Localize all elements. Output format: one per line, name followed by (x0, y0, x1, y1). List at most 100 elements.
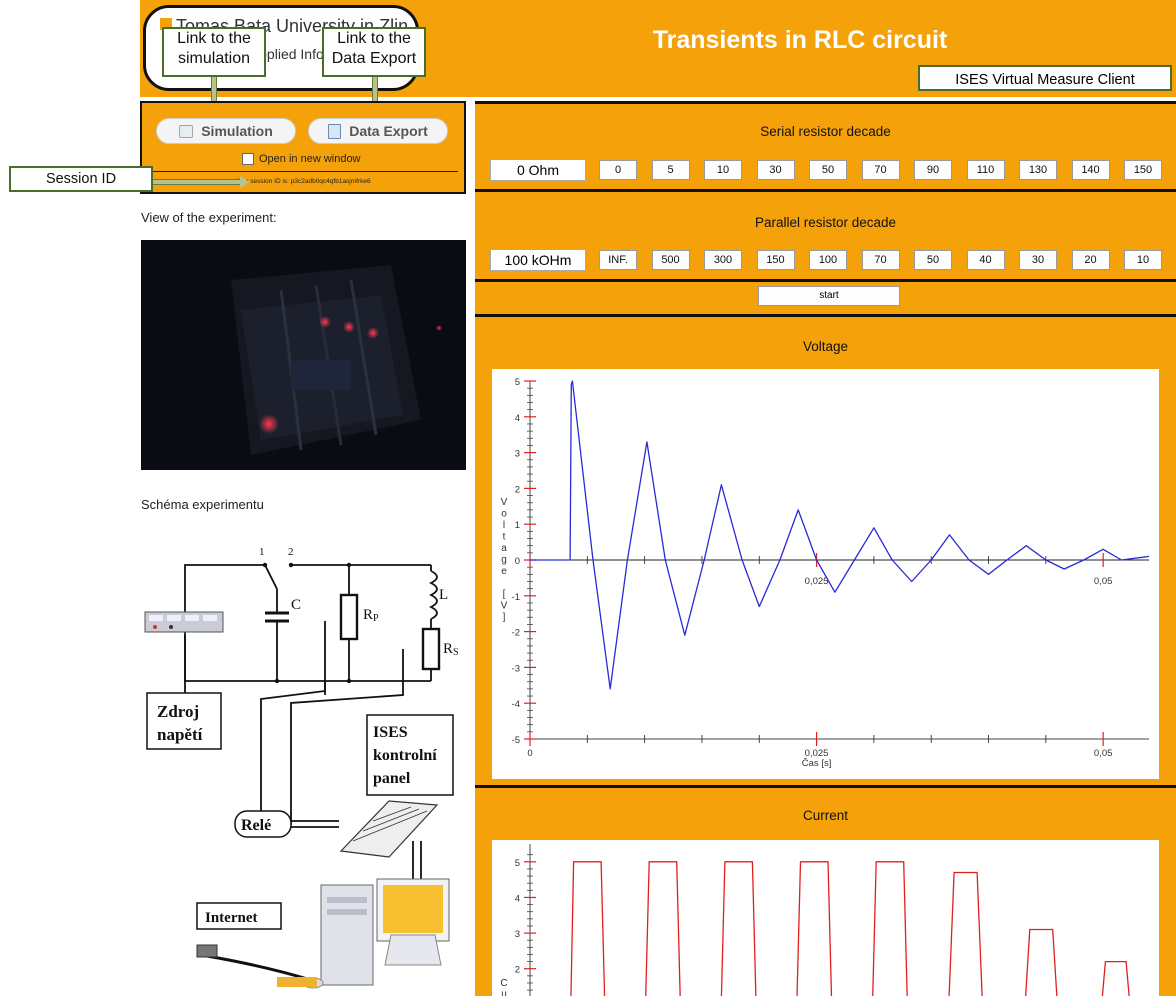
y-axis-label-char: [ (503, 589, 506, 600)
x-tick-label: 0,05 (1094, 748, 1113, 759)
parallel-option-300[interactable]: 300 (704, 250, 742, 270)
serial-option-5[interactable]: 5 (651, 160, 690, 180)
ethernet-plug-icon (196, 944, 218, 958)
start-button[interactable]: start (758, 286, 900, 306)
serial-option-30[interactable]: 30 (756, 160, 795, 180)
y-tick-label: 4 (515, 893, 520, 904)
current-series-line (570, 861, 1131, 1001)
power-supply-icon (144, 611, 224, 633)
y-axis-label-char: a (501, 543, 507, 554)
serial-option-70[interactable]: 70 (861, 160, 900, 180)
y-tick-label: 3 (515, 929, 520, 940)
current-chart-svg: 5 4 3 2Cu (500, 844, 1131, 1001)
serial-option-10[interactable]: 10 (704, 160, 742, 180)
y-tick-label: -5 (512, 735, 520, 746)
serial-option-140[interactable]: 140 (1071, 160, 1110, 180)
parallel-option-40[interactable]: 40 (966, 250, 1005, 270)
serial-option-0[interactable]: 0 (599, 160, 637, 180)
y-axis-label-char: t (503, 532, 506, 543)
parallel-option-500[interactable]: 500 (651, 250, 690, 270)
open-new-window-checkbox[interactable] (242, 153, 254, 165)
x-tick-label-mid: 0,025 (805, 576, 829, 587)
ises-panel-icon (339, 800, 439, 858)
y-tick-label: 5 (515, 858, 520, 869)
zdroj-label-1: Zdroj (157, 702, 199, 721)
ises-label-3: panel (373, 770, 411, 787)
divider (150, 171, 458, 172)
x-tick-label: 0 (527, 748, 532, 759)
y-tick-label: -4 (512, 699, 520, 710)
switch-pos1-label: 1 (259, 546, 265, 558)
divider (475, 101, 1176, 104)
callout-arrow-session-head (240, 176, 250, 188)
y-tick-label: 1 (515, 520, 520, 531)
serial-option-50[interactable]: 50 (809, 160, 847, 180)
parallel-option-150[interactable]: 150 (756, 250, 795, 270)
parallel-option-50[interactable]: 50 (914, 250, 952, 270)
serial-option-130[interactable]: 130 (1019, 160, 1057, 180)
y-axis-label-char: u (501, 989, 507, 996)
serial-decade-title: Serial resistor decade (760, 124, 891, 139)
voltage-chart-title: Voltage (802, 339, 849, 354)
rs-label: RS (443, 641, 459, 658)
callout-arrow-session-shaft (153, 179, 243, 185)
simulation-icon (179, 124, 194, 138)
parallel-resistor-value: 100 kOHm (490, 249, 586, 271)
parallel-option-30[interactable]: 30 (1019, 250, 1057, 270)
computer-icon (277, 878, 450, 989)
y-axis-label-char: ] (503, 612, 506, 623)
ises-label-2: kontrolní (373, 747, 437, 764)
open-new-window-option[interactable]: Open in new window (242, 153, 361, 165)
y-axis-label-char: V (501, 497, 508, 508)
serial-option-150[interactable]: 150 (1124, 160, 1162, 180)
divider (475, 785, 1176, 788)
parallel-option-70[interactable]: 70 (861, 250, 900, 270)
y-tick-label: 3 (515, 449, 520, 460)
open-new-window-label: Open in new window (259, 153, 361, 165)
ises-label-1: ISES (373, 724, 408, 741)
callout-data-export: Link to the Data Export (322, 27, 426, 77)
circuit-diagram: 1 2 C RP L RS Zdroj napětí ISES kontroln… (144, 546, 459, 989)
voltage-chart-svg: 543210-1-2-3-4-500,0250,0250,050,05Čas [… (501, 377, 1150, 769)
experiment-camera-view (141, 240, 466, 470)
current-chart-title: Current (802, 808, 848, 823)
simulation-button-label: Simulation (201, 123, 273, 139)
client-label: ISES Virtual Measure Client (918, 65, 1172, 91)
parallel-option-20[interactable]: 20 (1071, 250, 1110, 270)
divider (475, 314, 1176, 317)
rele-label: Relé (241, 817, 271, 834)
serial-option-90[interactable]: 90 (914, 160, 952, 180)
schema-label: Schéma experimentu (141, 497, 264, 512)
y-tick-label: 2 (515, 965, 520, 976)
y-axis-label-char: C (500, 978, 507, 989)
inductor-label: L (439, 587, 448, 603)
data-export-button[interactable]: Data Export (308, 118, 448, 144)
parallel-option-100[interactable]: 100 (809, 250, 847, 270)
parallel-decade-title: Parallel resistor decade (754, 215, 897, 230)
parallel-option-10[interactable]: 10 (1124, 250, 1162, 270)
y-axis-label-char: l (503, 520, 505, 531)
y-tick-label: -3 (512, 663, 520, 674)
y-tick-label: 5 (515, 377, 520, 388)
internet-label: Internet (205, 910, 258, 926)
y-axis-label-char: V (501, 601, 508, 612)
divider (475, 189, 1176, 192)
rp-label: RP (363, 607, 379, 624)
x-axis-label: Čas [s] (802, 758, 832, 769)
voltage-series-line (530, 380, 1150, 690)
zdroj-label-2: napětí (157, 725, 203, 744)
current-chart: 5 4 3 2Cu (492, 840, 1159, 1001)
view-label: View of the experiment: (141, 210, 277, 225)
y-axis-label-char: g (501, 555, 507, 566)
voltage-chart: 5 4 3 2 1 0 -1 -2 -3 -4 -5 0 0,025 0,025 0,05 0,05 Čas [… (492, 369, 1159, 779)
camera-image (141, 240, 466, 470)
simulation-button[interactable]: Simulation (156, 118, 296, 144)
right-control-column: Serial resistor decade 0 Ohm Parallel re… (475, 101, 1176, 1001)
y-tick-label: 2 (515, 484, 520, 495)
serial-option-110[interactable]: 110 (966, 160, 1005, 180)
circuit-schematic: 1 2 C RP L RS Zdroj napětí ISES kontroln… (141, 525, 476, 996)
y-tick-label: 0 (515, 556, 520, 567)
parallel-option-INF[interactable]: INF. (599, 250, 637, 270)
callout-simulation: Link to the simulation (162, 27, 266, 77)
x-tick-label-mid: 0,05 (1094, 576, 1113, 587)
